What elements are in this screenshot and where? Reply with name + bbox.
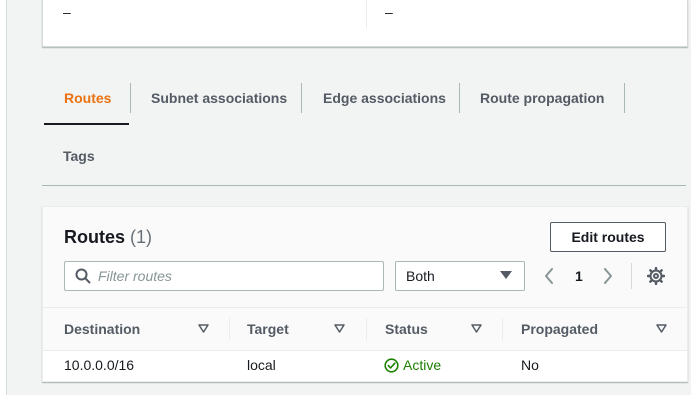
detail-value-left: –: [63, 4, 71, 20]
page-left-edge: [0, 0, 7, 395]
route-type-select[interactable]: Both: [395, 261, 525, 291]
sort-caret-icon: [198, 324, 209, 333]
column-header-target[interactable]: Target: [230, 308, 367, 350]
tab-routes[interactable]: Routes: [64, 90, 111, 106]
column-header-destination[interactable]: Destination: [43, 308, 229, 350]
gear-icon[interactable]: [647, 267, 665, 285]
column-label-propagated: Propagated: [521, 321, 599, 337]
caret-down-icon: [500, 271, 512, 279]
tab-separator: [130, 83, 131, 113]
chevron-right-icon[interactable]: [603, 268, 613, 284]
detail-divider: [366, 0, 367, 28]
route-type-select-value: Both: [406, 268, 435, 284]
column-header-status[interactable]: Status: [367, 308, 502, 350]
cell-target: local: [247, 357, 276, 373]
active-tab-indicator: [44, 123, 129, 125]
routes-panel: Routes (1) Edit routes Both 1: [42, 206, 688, 382]
edit-routes-button[interactable]: Edit routes: [550, 222, 666, 252]
cell-destination: 10.0.0.0/16: [64, 357, 135, 373]
sort-caret-icon: [471, 324, 482, 333]
detail-value-right: –: [385, 4, 393, 20]
filter-routes-field[interactable]: [64, 261, 384, 291]
tab-edge-associations[interactable]: Edge associations: [323, 90, 446, 106]
routes-table-header: Destination Target Status Propagated: [43, 308, 687, 351]
column-label-destination: Destination: [64, 321, 141, 337]
tab-bar: Routes Subnet associations Edge associat…: [42, 70, 686, 186]
sort-caret-icon: [334, 324, 345, 333]
sort-caret-icon: [656, 324, 667, 333]
tab-separator: [624, 83, 625, 113]
tab-bar-bottom-border: [42, 185, 686, 186]
cell-status: Active: [384, 357, 441, 373]
routes-title: Routes: [64, 227, 126, 247]
cell-propagated: No: [521, 357, 539, 373]
routes-heading: Routes (1): [64, 227, 152, 248]
status-label: Active: [403, 357, 442, 373]
filter-routes-input[interactable]: [98, 262, 378, 290]
tab-separator: [301, 83, 302, 113]
chevron-left-icon[interactable]: [544, 268, 554, 284]
tab-tags[interactable]: Tags: [63, 148, 95, 164]
tab-route-propagation[interactable]: Route propagation: [480, 90, 604, 106]
search-icon: [75, 268, 91, 284]
column-header-propagated[interactable]: Propagated: [503, 308, 687, 350]
column-label-target: Target: [247, 321, 289, 337]
tab-separator: [459, 83, 460, 113]
current-page-number[interactable]: 1: [575, 268, 583, 284]
routes-count: (1): [130, 227, 153, 247]
pagination-divider: [631, 263, 632, 289]
routes-panel-header: Routes (1) Edit routes Both 1: [43, 207, 687, 308]
details-card: – –: [42, 0, 688, 47]
tab-subnet-associations[interactable]: Subnet associations: [151, 90, 287, 106]
column-label-status: Status: [385, 321, 428, 337]
check-circle-icon: [384, 358, 399, 373]
table-row[interactable]: 10.0.0.0/16 local Active No: [43, 351, 687, 381]
